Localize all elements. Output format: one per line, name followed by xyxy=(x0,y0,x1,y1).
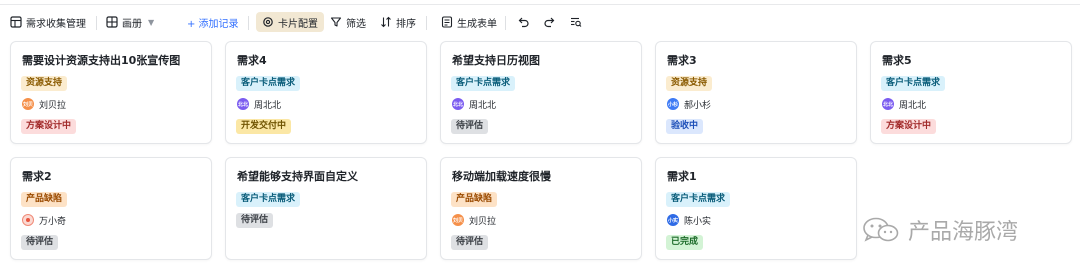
layout-label: 画册 xyxy=(122,18,142,30)
toolbar: 需求收集管理 画册 ▼ + 添加记录 卡片配置 筛选 排序 生成表单 xyxy=(0,8,1080,36)
assignee: 万小奇 xyxy=(22,213,66,227)
category-tag: 客户卡点需求 xyxy=(666,192,731,207)
undo-icon xyxy=(518,17,529,28)
status-badge: 已完成 xyxy=(666,235,704,250)
record-card[interactable]: 需要设计资源支持出10张宣传图 资源支持 刘贝 刘贝拉 方案设计中 xyxy=(10,41,212,144)
assignee: 小杉 郝小杉 xyxy=(667,97,711,111)
filter-button[interactable]: 筛选 xyxy=(330,12,366,32)
status-badge: 方案设计中 xyxy=(881,119,937,134)
avatar: 刘贝 xyxy=(452,214,464,226)
status-badge: 待评估 xyxy=(451,119,489,134)
layout-switcher[interactable]: 画册 ▼ xyxy=(106,12,154,32)
card-title: 需求1 xyxy=(667,170,697,183)
card-config-button[interactable]: 卡片配置 xyxy=(256,12,324,32)
toolbar-divider xyxy=(248,16,249,30)
assignee: 北北 周北北 xyxy=(452,97,496,111)
assignee-name: 周北北 xyxy=(899,100,927,111)
avatar-icon xyxy=(26,218,30,222)
add-record-button[interactable]: + 添加记录 xyxy=(187,12,239,32)
record-card[interactable]: 希望支持日历视图 客户卡点需求 北北 周北北 待评估 xyxy=(440,41,642,144)
status-badge: 方案设计中 xyxy=(21,119,77,134)
toolbar-divider xyxy=(505,16,506,30)
card-title: 需要设计资源支持出10张宣传图 xyxy=(22,54,181,67)
view-name-item[interactable]: 需求收集管理 xyxy=(10,12,86,32)
card-title: 需求5 xyxy=(882,54,912,67)
gallery-icon xyxy=(106,16,118,28)
category-tag: 客户卡点需求 xyxy=(451,76,516,91)
assignee-name: 周北北 xyxy=(254,100,282,111)
status-badge: 验收中 xyxy=(666,119,704,134)
top-divider xyxy=(0,4,1080,5)
assignee-name: 周北北 xyxy=(469,100,497,111)
card-config-label: 卡片配置 xyxy=(278,18,318,30)
gear-icon xyxy=(263,17,273,27)
avatar xyxy=(22,214,34,226)
toolbar-divider xyxy=(426,16,427,30)
category-tag: 产品缺陷 xyxy=(21,192,68,207)
assignee-name: 万小奇 xyxy=(39,216,67,227)
filter-icon xyxy=(330,17,342,27)
card-title: 需求2 xyxy=(22,170,52,183)
card-title: 希望支持日历视图 xyxy=(452,54,540,67)
search-button[interactable] xyxy=(570,12,582,32)
generate-form-label: 生成表单 xyxy=(457,18,497,30)
table-icon xyxy=(10,16,22,28)
assignee: 小实 陈小实 xyxy=(667,213,711,227)
record-card[interactable]: 需求5 客户卡点需求 北北 周北北 方案设计中 xyxy=(870,41,1072,144)
card-title: 需求4 xyxy=(237,54,267,67)
sort-icon xyxy=(381,16,391,28)
record-card[interactable]: 需求2 产品缺陷 万小奇 待评估 xyxy=(10,157,212,260)
watermark-text: 产品海豚湾 xyxy=(908,220,1019,245)
category-tag: 客户卡点需求 xyxy=(881,76,946,91)
wechat-icon xyxy=(863,217,899,242)
sort-label: 排序 xyxy=(396,18,416,30)
category-tag: 客户卡点需求 xyxy=(236,192,301,207)
assignee: 北北 周北北 xyxy=(237,97,281,111)
assignee: 刘贝 刘贝拉 xyxy=(452,213,496,227)
filter-label: 筛选 xyxy=(346,18,366,30)
record-card[interactable]: 需求3 资源支持 小杉 郝小杉 验收中 xyxy=(655,41,857,144)
assignee-name: 刘贝拉 xyxy=(39,100,67,111)
category-tag: 资源支持 xyxy=(21,76,68,91)
view-name: 需求收集管理 xyxy=(26,18,86,30)
category-tag: 资源支持 xyxy=(666,76,713,91)
record-card[interactable]: 希望能够支持界面自定义 客户卡点需求 待评估 xyxy=(225,157,427,260)
record-card[interactable]: 需求1 客户卡点需求 小实 陈小实 已完成 xyxy=(655,157,857,260)
card-title: 希望能够支持界面自定义 xyxy=(237,170,358,183)
chevron-down-icon: ▼ xyxy=(148,17,155,27)
avatar: 北北 xyxy=(452,98,464,110)
watermark: 产品海豚湾 xyxy=(862,214,1018,246)
generate-form-button[interactable]: 生成表单 xyxy=(441,12,497,32)
assignee-name: 刘贝拉 xyxy=(469,216,497,227)
card-title: 需求3 xyxy=(667,54,697,67)
avatar: 北北 xyxy=(237,98,249,110)
undo-button[interactable] xyxy=(518,12,530,32)
search-list-icon xyxy=(571,17,582,27)
avatar: 小杉 xyxy=(667,98,679,110)
category-tag: 客户卡点需求 xyxy=(236,76,301,91)
assignee-name: 陈小实 xyxy=(684,216,712,227)
avatar: 刘贝 xyxy=(22,98,34,110)
redo-button[interactable] xyxy=(543,12,555,32)
toolbar-divider xyxy=(96,16,97,30)
card-title: 移动端加载速度很慢 xyxy=(452,170,551,183)
status-badge: 待评估 xyxy=(21,235,59,250)
assignee-name: 郝小杉 xyxy=(684,100,712,111)
add-record-label: + 添加记录 xyxy=(187,18,239,30)
avatar: 北北 xyxy=(882,98,894,110)
status-badge: 开发交付中 xyxy=(236,119,292,134)
redo-icon xyxy=(544,17,555,28)
form-icon xyxy=(441,16,453,28)
status-badge: 待评估 xyxy=(451,235,489,250)
avatar: 小实 xyxy=(667,214,679,226)
assignee: 刘贝 刘贝拉 xyxy=(22,97,66,111)
record-card[interactable]: 需求4 客户卡点需求 北北 周北北 开发交付中 xyxy=(225,41,427,144)
status-badge: 待评估 xyxy=(236,213,274,228)
category-tag: 产品缺陷 xyxy=(451,192,498,207)
sort-button[interactable]: 排序 xyxy=(380,12,416,32)
record-card[interactable]: 移动端加载速度很慢 产品缺陷 刘贝 刘贝拉 待评估 xyxy=(440,157,642,260)
assignee: 北北 周北北 xyxy=(882,97,926,111)
